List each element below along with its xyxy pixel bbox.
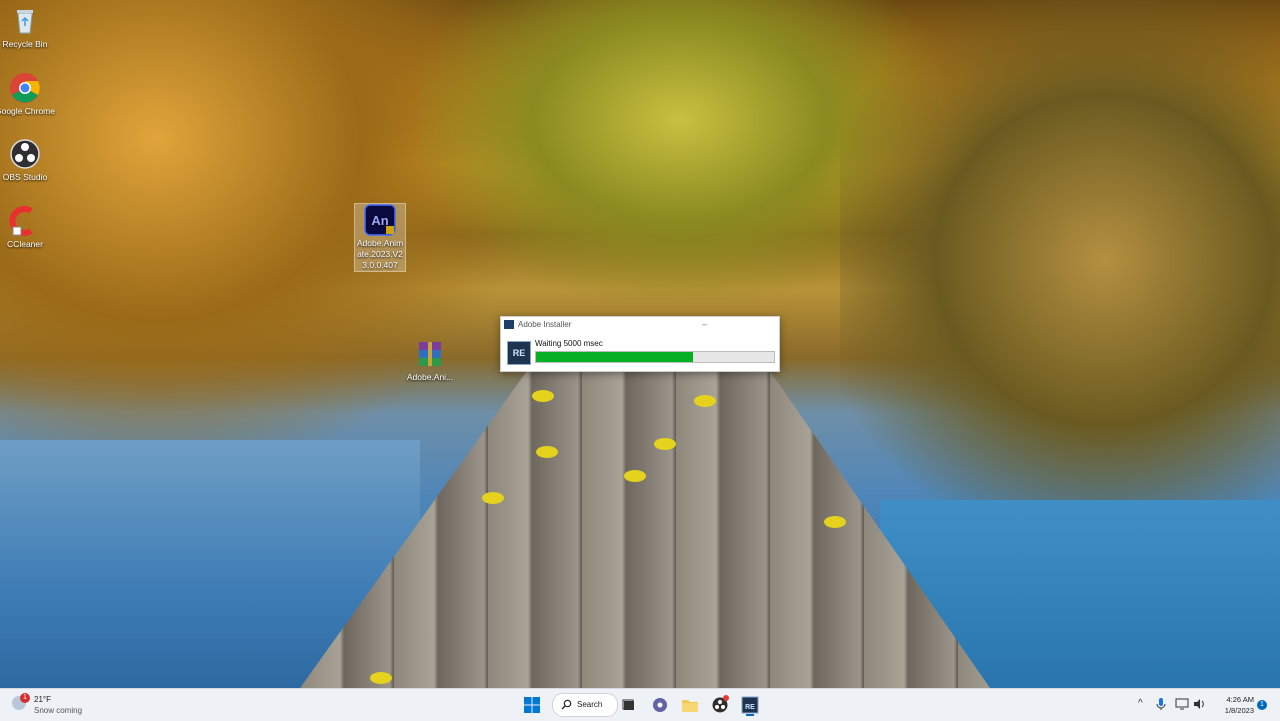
installer-body: RE Waiting 5000 msec [507, 339, 775, 367]
adobe-animate-icon: An [364, 204, 396, 236]
window-title: Adobe Installer [518, 320, 572, 329]
search-label: Search [577, 700, 603, 709]
notification-badge[interactable]: 1 [1257, 700, 1267, 710]
microphone-icon[interactable] [1155, 697, 1167, 716]
svg-text:An: An [371, 213, 388, 228]
wallpaper-leaf [536, 446, 558, 458]
wallpaper-leaf [694, 395, 716, 407]
svg-text:RE: RE [745, 704, 755, 711]
desktop-icon-ccleaner[interactable]: CCleaner [0, 205, 57, 250]
clock-time: 4:26 AM [1226, 695, 1254, 704]
file-explorer-icon[interactable] [679, 694, 701, 716]
obs-icon [9, 138, 41, 170]
volume-icon[interactable] [1192, 697, 1206, 716]
weather-condition: Snow coming [34, 706, 83, 715]
desktop-icon-label: Recycle Bin [2, 39, 48, 49]
show-hidden-icons-chevron[interactable]: ^ [1138, 698, 1143, 709]
obs-taskbar-icon[interactable] [709, 694, 731, 716]
desktop-icon-obs-studio[interactable]: OBS Studio [0, 138, 57, 183]
network-icon[interactable] [1175, 697, 1189, 716]
wallpaper-leaf [482, 492, 504, 504]
weather-badge: 1 [20, 693, 30, 703]
desktop-icon-google-chrome[interactable]: Google Chrome [0, 72, 57, 117]
window-titlebar[interactable]: Adobe Installer – [501, 317, 779, 332]
wallpaper-leaf [654, 438, 676, 450]
recycle-bin-icon [9, 5, 41, 37]
teams-chat-icon[interactable] [649, 694, 671, 716]
weather-temperature: 21°F [34, 695, 51, 704]
ccleaner-icon [9, 205, 41, 237]
re-installer-taskbar-icon[interactable]: RE [739, 694, 761, 716]
winrar-archive-icon [414, 338, 446, 370]
installer-progress-bar [535, 351, 775, 363]
desktop-icon-adobe-animate-archive[interactable]: Adobe.Ani... [398, 338, 462, 383]
desktop-icon-label: OBS Studio [2, 172, 48, 182]
wallpaper-leaf [532, 390, 554, 402]
desktop-icon-label: Adobe.Ani... [406, 372, 454, 382]
search-icon [561, 699, 572, 712]
wallpaper-leaf [824, 516, 846, 528]
taskbar-clock[interactable]: 4:26 AM 1/8/2023 [1212, 694, 1254, 716]
wallpaper-trees-right [840, 0, 1280, 520]
desktop-icon-label: Adobe.Animate.2023.V23.0.0.407 [356, 238, 404, 270]
clock-date: 1/8/2023 [1224, 706, 1254, 715]
taskbar-search-box[interactable]: Search [552, 693, 618, 717]
task-view-icon[interactable] [618, 694, 640, 716]
re-logo-icon: RE [507, 341, 531, 365]
taskbar: 1 21°F Snow coming Search RE ^ 4:26 AM 1… [0, 688, 1280, 721]
desktop-icon-recycle-bin[interactable]: Recycle Bin [0, 5, 57, 50]
desktop-icon-adobe-animate-installer[interactable]: An Adobe.Animate.2023.V23.0.0.407 [354, 203, 406, 272]
progress-fill [536, 352, 694, 362]
windows-start-icon[interactable] [521, 694, 543, 716]
installer-app-icon [504, 320, 514, 329]
minimize-button[interactable]: – [702, 319, 707, 329]
desktop-icon-label: Google Chrome [0, 106, 55, 116]
chrome-icon [9, 72, 41, 104]
desktop-icon-label: CCleaner [7, 239, 43, 249]
wallpaper-leaf [624, 470, 646, 482]
adobe-installer-window[interactable]: Adobe Installer – RE Waiting 5000 msec [500, 316, 780, 372]
installer-status-text: Waiting 5000 msec [535, 339, 603, 348]
wallpaper-leaf [370, 672, 392, 684]
